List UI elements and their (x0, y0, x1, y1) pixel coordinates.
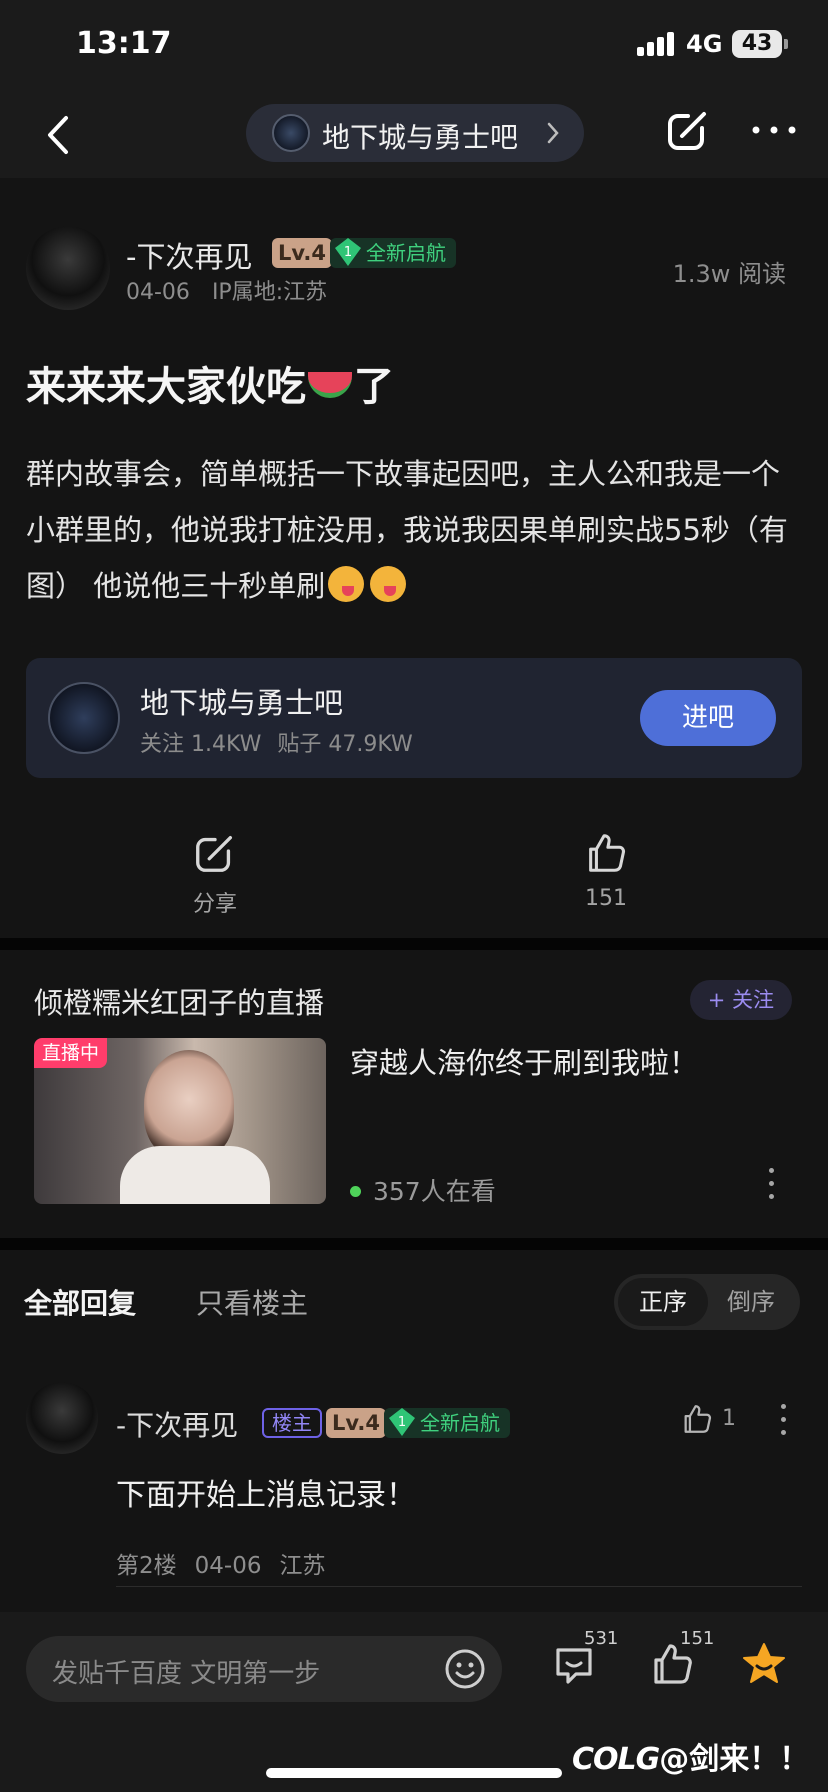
smile-icon[interactable] (442, 1646, 488, 1692)
reply-like-count: 1 (722, 1406, 736, 1431)
forum-card[interactable]: 地下城与勇士吧 关注 1.4KW 贴子 47.9KW 进吧 (26, 658, 802, 778)
reply-meta: 第2楼 04-06 江苏 (116, 1546, 325, 1580)
bottom-bar: 发贴千百度 文明第一步 531 151 COLG@剑来！！ (0, 1612, 828, 1792)
live-dot-icon (350, 1186, 361, 1197)
streamer-image (144, 1050, 234, 1160)
nav-bar: 地下城与勇士吧 (0, 92, 828, 178)
tab-all-replies[interactable]: 全部回复 (24, 1282, 136, 1322)
avatar[interactable] (26, 1382, 98, 1454)
forum-post-count: 贴子 47.9KW (277, 732, 413, 757)
post-title-text: 来来来大家伙吃 (26, 364, 306, 410)
share-action[interactable]: 分享 (160, 830, 270, 918)
level-badge: Lv.4 (272, 238, 332, 268)
live-thumbnail[interactable]: 直播中 (34, 1038, 326, 1204)
watermark-brand: COLG (572, 1742, 660, 1777)
share-label: 分享 (192, 892, 237, 917)
forum-pill-button[interactable]: 地下城与勇士吧 (246, 104, 584, 162)
enter-forum-button[interactable]: 进吧 (640, 690, 776, 746)
forum-card-stats: 关注 1.4KW 贴子 47.9KW (140, 726, 413, 758)
post-body: 群内故事会，简单概括一下故事起因吧，主人公和我是一个小群里的，他说我打桩没用，我… (26, 446, 806, 614)
post-meta: 04-06 IP属地:江苏 (126, 274, 327, 306)
like-count: 151 (680, 1628, 715, 1649)
yum-emoji-icon (328, 566, 365, 602)
live-viewers-text: 357人在看 (373, 1177, 496, 1206)
level-badge: Lv.4 (326, 1408, 386, 1438)
post-ip: IP属地:江苏 (211, 280, 328, 305)
forum-card-name: 地下城与勇士吧 (140, 686, 344, 720)
home-indicator[interactable] (266, 1768, 562, 1778)
reply-text: 下面开始上消息记录！ (116, 1478, 416, 1513)
live-badge: 直播中 (34, 1038, 108, 1068)
share-icon (196, 835, 233, 872)
watermark: COLG@剑来！！ (572, 1734, 809, 1778)
comment-placeholder: 发贴千百度 文明第一步 (52, 1659, 321, 1689)
reply-author[interactable]: -下次再见 (116, 1404, 238, 1444)
kebab-icon[interactable] (766, 1166, 776, 1202)
comment-count: 531 (584, 1628, 619, 1649)
live-section: 倾橙糯米红团子的直播 + 关注 直播中 穿越人海你终于刷到我啦！ 357人在看 (0, 950, 828, 1238)
like-count: 151 (585, 886, 627, 911)
forum-follow-count: 关注 1.4KW (140, 732, 262, 757)
reply-location: 江苏 (279, 1553, 326, 1579)
kebab-icon[interactable] (778, 1402, 788, 1438)
reply-floor: 第2楼 (116, 1553, 177, 1579)
network-type: 4G (686, 30, 723, 58)
status-bar: 13:17 4G 43 (0, 0, 828, 92)
honor-tag-label: 全新启航 (366, 241, 446, 265)
post-date: 04-06 (126, 280, 190, 305)
post-title-end: 了 (354, 364, 394, 410)
svg-text:1: 1 (398, 1415, 406, 1430)
chevron-right-icon (547, 122, 559, 144)
reply-item: -下次再见 楼主 Lv.4 1 全新启航 1 下面开始上消息记录！ 第2楼 04-… (0, 1346, 828, 1612)
status-time: 13:17 (76, 26, 172, 61)
like-action[interactable]: 151 (556, 830, 656, 911)
live-description[interactable]: 穿越人海你终于刷到我啦！ (350, 1040, 698, 1082)
signal-icon (637, 32, 677, 56)
post-author[interactable]: -下次再见 (126, 234, 252, 276)
reply-date: 04-06 (194, 1553, 262, 1579)
back-icon[interactable] (38, 112, 78, 158)
honor-tag-label: 全新启航 (420, 1411, 500, 1435)
sort-toggle: 正序 倒序 (614, 1274, 800, 1330)
post-body-text: 群内故事会，简单概括一下故事起因吧，主人公和我是一个小群里的，他说我打桩没用，我… (26, 457, 788, 603)
more-icon[interactable] (750, 122, 798, 138)
live-viewers: 357人在看 (350, 1172, 496, 1208)
avatar[interactable] (26, 226, 110, 310)
thumb-up-icon (684, 1405, 712, 1433)
forum-logo (48, 682, 120, 754)
gem-icon: 1 (389, 1408, 415, 1436)
reply-tabs: 全部回复 只看楼主 正序 倒序 (0, 1250, 828, 1346)
section-divider (0, 1238, 828, 1250)
forum-pill-name: 地下城与勇士吧 (322, 121, 519, 154)
view-count: 1.3w 阅读 (672, 260, 786, 288)
reply-like-button[interactable]: 1 (680, 1402, 750, 1438)
follow-button[interactable]: + 关注 (689, 980, 792, 1020)
yum-emoji-icon (370, 566, 407, 602)
battery-icon: 43 (732, 30, 788, 58)
svg-text:1: 1 (344, 245, 352, 260)
post: -下次再见 Lv.4 1 全新启航 04-06 IP属地:江苏 1.3w 阅读 来… (0, 178, 828, 917)
watermark-text: @剑来！！ (659, 1742, 810, 1777)
op-badge: 楼主 (262, 1408, 322, 1438)
sort-desc-button[interactable]: 倒序 (708, 1278, 794, 1326)
comment-input[interactable]: 发贴千百度 文明第一步 (26, 1636, 502, 1702)
forum-logo (272, 114, 310, 152)
post-title: 来来来大家伙吃 了 (26, 354, 394, 412)
honor-tag: 1 全新启航 (330, 238, 456, 268)
live-title: 倾橙糯米红团子的直播 (34, 986, 325, 1020)
share-icon[interactable] (664, 106, 712, 154)
gem-icon: 1 (335, 238, 361, 266)
star-icon[interactable] (740, 1640, 788, 1688)
sort-asc-button[interactable]: 正序 (618, 1278, 708, 1326)
tab-op-only[interactable]: 只看楼主 (196, 1282, 308, 1322)
thumb-up-icon (589, 834, 626, 872)
honor-tag: 1 全新启航 (384, 1408, 510, 1438)
streamer-image-body (120, 1146, 270, 1204)
divider (116, 1586, 802, 1587)
watermelon-icon (308, 372, 352, 398)
section-divider (0, 938, 828, 950)
